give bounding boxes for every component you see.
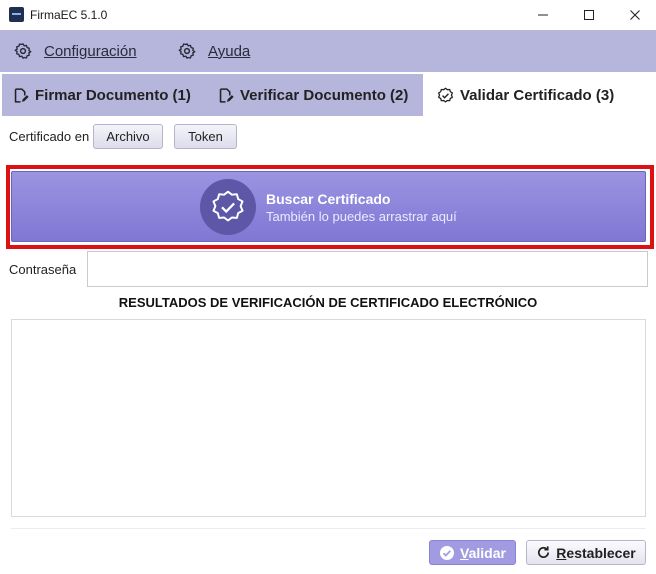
divider xyxy=(11,528,646,529)
menu-ayuda-label: Ayuda xyxy=(208,42,251,60)
certificate-source-label: Certificado en xyxy=(9,129,90,144)
tab-firmar-documento[interactable]: Firmar Documento (1) xyxy=(2,74,205,116)
results-area[interactable] xyxy=(11,319,646,517)
menu-bar: Configuración Ayuda xyxy=(0,30,656,72)
minimize-icon xyxy=(538,14,548,16)
tab-validar-certificado[interactable]: Validar Certificado (3) xyxy=(423,74,656,116)
search-certificate-icon-badge xyxy=(200,179,256,235)
gear-icon xyxy=(14,43,32,59)
validate-button[interactable]: Validar xyxy=(429,540,516,565)
menu-configuracion-label: Configuración xyxy=(44,42,137,60)
tab-verificar-documento[interactable]: Verificar Documento (2) xyxy=(205,74,423,116)
password-input[interactable] xyxy=(87,251,648,287)
menu-ayuda[interactable]: Ayuda xyxy=(178,30,250,72)
close-icon xyxy=(630,10,640,20)
firmaec-logo-icon xyxy=(9,7,24,22)
tab-validar-certificado-label: Validar Certificado (3) xyxy=(460,86,615,104)
window-title: FirmaEC 5.1.0 xyxy=(30,8,108,22)
maximize-button[interactable] xyxy=(566,0,612,30)
gear-icon xyxy=(178,43,196,59)
reset-button-label: Restablecer xyxy=(556,544,636,561)
refresh-icon xyxy=(538,546,550,558)
minimize-button[interactable] xyxy=(520,0,566,30)
verified-badge-icon xyxy=(437,87,454,103)
password-label: Contraseña xyxy=(9,262,77,277)
check-circle-icon xyxy=(440,545,455,560)
validate-button-label: Validar xyxy=(460,544,506,561)
edit-document-icon xyxy=(219,87,234,103)
archivo-button[interactable]: Archivo xyxy=(93,124,163,149)
menu-configuracion[interactable]: Configuración xyxy=(14,30,137,72)
reset-button[interactable]: Restablecer xyxy=(526,540,646,565)
edit-document-icon xyxy=(14,87,29,103)
results-title: RESULTADOS DE VERIFICACIÓN DE CERTIFICAD… xyxy=(118,295,538,310)
search-certificate-title: Buscar Certificado xyxy=(266,191,391,207)
token-button[interactable]: Token xyxy=(174,124,237,149)
title-bar: FirmaEC 5.1.0 xyxy=(0,0,656,30)
tab-verificar-documento-label: Verificar Documento (2) xyxy=(240,86,409,104)
tab-bar: Firmar Documento (1) Verificar Documento… xyxy=(0,72,656,116)
maximize-icon xyxy=(584,10,594,20)
verified-badge-icon xyxy=(212,190,244,222)
search-certificate-subtitle: También lo puedes arrastrar aquí xyxy=(266,209,457,224)
tab-firmar-documento-label: Firmar Documento (1) xyxy=(35,86,191,104)
close-button[interactable] xyxy=(612,0,656,30)
